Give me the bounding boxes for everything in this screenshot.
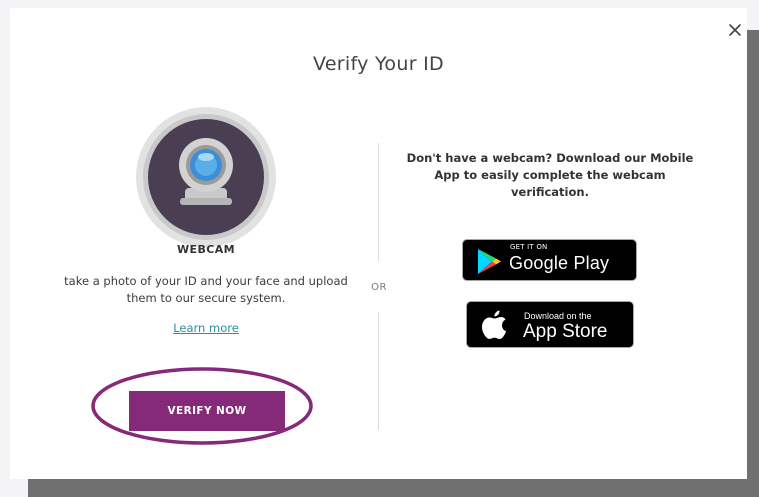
modal-title: Verify Your ID (313, 53, 444, 75)
verify-id-modal: Verify Your ID WEBCAM take a photo of yo… (10, 8, 747, 479)
verify-now-button[interactable]: VERIFY NOW (129, 391, 285, 431)
close-button[interactable] (722, 17, 748, 43)
or-separator: OR (371, 282, 387, 293)
google-play-small-text: GET IT ON (510, 243, 548, 251)
google-play-button[interactable]: GET IT ON Google Play (462, 239, 637, 281)
webcam-icon (136, 107, 276, 247)
vertical-divider-top (378, 143, 379, 261)
vertical-divider-bottom (378, 312, 379, 430)
apple-icon (482, 310, 506, 339)
app-store-button[interactable]: Download on the App Store (466, 301, 634, 348)
mobile-app-prompt: Don't have a webcam? Download our Mobile… (406, 151, 694, 199)
webcam-heading: WEBCAM (177, 243, 235, 256)
learn-more-link[interactable]: Learn more (10, 321, 402, 335)
google-play-icon (478, 249, 501, 274)
app-store-small-text: Download on the (524, 311, 592, 321)
app-store-large-text: App Store (523, 321, 608, 342)
webcam-description: take a photo of your ID and your face an… (64, 274, 348, 305)
close-icon (729, 24, 741, 36)
google-play-large-text: Google Play (509, 253, 610, 273)
